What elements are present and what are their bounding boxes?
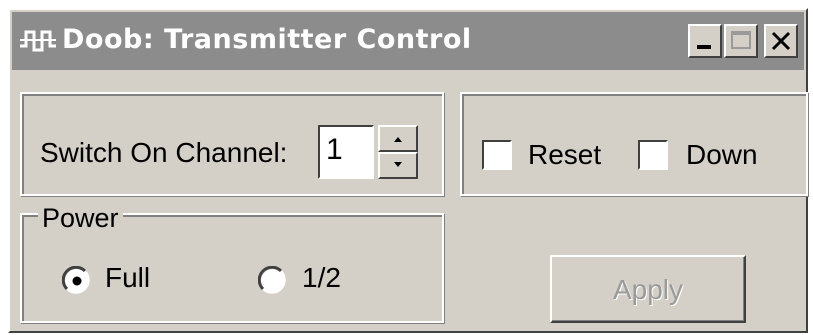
reset-label[interactable]: Reset — [528, 139, 601, 171]
title-bar[interactable]: Doob: Transmitter Control — [12, 12, 804, 70]
full-radio-label[interactable]: Full — [105, 262, 150, 294]
apply-button[interactable]: Apply — [550, 255, 746, 323]
full-radio-button[interactable] — [62, 266, 92, 296]
waveform-icon — [20, 30, 56, 52]
apply-button-label: Apply — [612, 274, 684, 305]
maximize-button[interactable] — [724, 24, 758, 58]
close-icon — [771, 31, 791, 51]
minimize-icon — [697, 45, 711, 49]
down-label[interactable]: Down — [686, 139, 758, 171]
half-radio-button[interactable] — [258, 266, 288, 296]
close-button[interactable] — [764, 24, 798, 58]
down-checkbox[interactable] — [638, 140, 668, 170]
arrow-up-icon — [394, 137, 402, 142]
transmitter-control-window: Doob: Transmitter Control Switch On Chan… — [8, 8, 808, 333]
half-radio-label[interactable]: 1/2 — [302, 262, 341, 294]
minimize-button[interactable] — [688, 24, 722, 58]
spin-down-button[interactable] — [378, 152, 418, 179]
power-group-label: Power — [38, 203, 123, 234]
channel-spin-input[interactable]: 1 — [318, 125, 374, 179]
maximize-icon — [731, 31, 751, 49]
arrow-down-icon — [394, 162, 402, 167]
spin-up-button[interactable] — [378, 125, 418, 152]
window-title: Doob: Transmitter Control — [62, 24, 472, 55]
channel-label: Switch On Channel: — [40, 137, 288, 168]
reset-checkbox[interactable] — [482, 140, 512, 170]
